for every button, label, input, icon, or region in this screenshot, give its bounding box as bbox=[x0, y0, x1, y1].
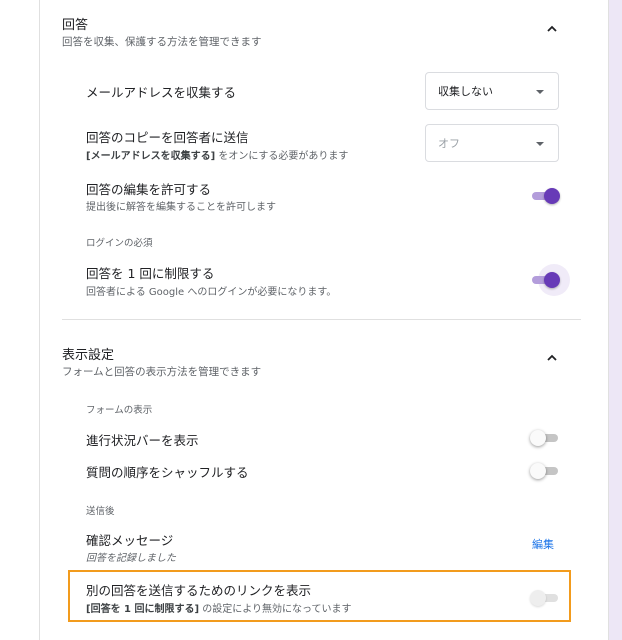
login-required-label: ログインの必須 bbox=[86, 238, 153, 249]
limit-one-subtitle: 回答者による Google へのログインが必要になります。 bbox=[86, 287, 337, 298]
confirmation-message-preview: 回答を記録しました bbox=[86, 553, 176, 564]
toggle-thumb bbox=[530, 463, 546, 479]
another-response-link-subtitle: [回答を 1 回に制限する] の設定により無効になっています bbox=[86, 600, 352, 615]
display-section-subtitle: フォームと回答の表示方法を管理できます bbox=[62, 366, 262, 378]
after-submit-label: 送信後 bbox=[86, 506, 115, 517]
send-copy-select[interactable]: オフ bbox=[425, 124, 559, 162]
collect-email-select-value: 収集しない bbox=[438, 85, 493, 98]
send-copy-subtitle: [メールアドレスを収集する] をオンにする必要があります bbox=[86, 147, 348, 162]
responses-section-subtitle: 回答を収集、保護する方法を管理できます bbox=[62, 36, 262, 48]
responses-section-header[interactable]: 回答 回答を収集、保護する方法を管理できます bbox=[62, 12, 582, 52]
collect-email-select[interactable]: 収集しない bbox=[425, 72, 559, 110]
page-background-right bbox=[609, 0, 622, 640]
toggle-thumb bbox=[544, 188, 560, 204]
shuffle-toggle[interactable] bbox=[530, 461, 560, 481]
display-section-header[interactable]: 表示設定 フォームと回答の表示方法を管理できます bbox=[62, 342, 582, 382]
allow-edit-toggle[interactable] bbox=[530, 186, 560, 206]
progress-bar-toggle[interactable] bbox=[530, 428, 560, 448]
toggle-thumb bbox=[544, 272, 560, 288]
dropdown-caret-icon bbox=[536, 90, 544, 94]
allow-edit-title: 回答の編集を許可する bbox=[86, 182, 212, 197]
form-display-label: フォームの表示 bbox=[86, 405, 153, 416]
another-response-link-subtitle-bold: [回答を 1 回に制限する] bbox=[86, 604, 200, 615]
confirmation-title: 確認メッセージ bbox=[86, 533, 174, 548]
toggle-thumb bbox=[530, 590, 546, 606]
display-section-title: 表示設定 bbox=[62, 348, 115, 363]
collect-email-title: メールアドレスを収集する bbox=[86, 85, 237, 100]
page-background-left bbox=[0, 0, 40, 640]
allow-edit-subtitle: 提出後に解答を編集することを許可します bbox=[86, 202, 276, 213]
toggle-thumb bbox=[530, 430, 546, 446]
limit-one-toggle[interactable] bbox=[530, 264, 570, 296]
another-response-link-toggle[interactable] bbox=[530, 588, 560, 608]
chevron-up-icon[interactable] bbox=[542, 21, 562, 41]
send-copy-title: 回答のコピーを回答者に送信 bbox=[86, 130, 249, 145]
responses-section-title: 回答 bbox=[62, 18, 89, 33]
chevron-up-icon[interactable] bbox=[542, 350, 562, 370]
another-response-link-subtitle-rest: の設定により無効になっています bbox=[199, 604, 352, 615]
progress-bar-title: 進行状況バーを表示 bbox=[86, 433, 199, 448]
edit-confirmation-button[interactable]: 編集 bbox=[532, 536, 554, 552]
shuffle-title: 質問の順序をシャッフルする bbox=[86, 465, 249, 480]
dropdown-caret-icon bbox=[536, 142, 544, 146]
send-copy-select-value: オフ bbox=[438, 137, 460, 150]
section-divider bbox=[62, 319, 581, 320]
send-copy-subtitle-rest: をオンにする必要があります bbox=[215, 151, 349, 162]
another-response-link-title: 別の回答を送信するためのリンクを表示 bbox=[86, 583, 312, 598]
limit-one-title: 回答を 1 回に制限する bbox=[86, 266, 215, 281]
send-copy-subtitle-bold: [メールアドレスを収集する] bbox=[86, 151, 216, 162]
